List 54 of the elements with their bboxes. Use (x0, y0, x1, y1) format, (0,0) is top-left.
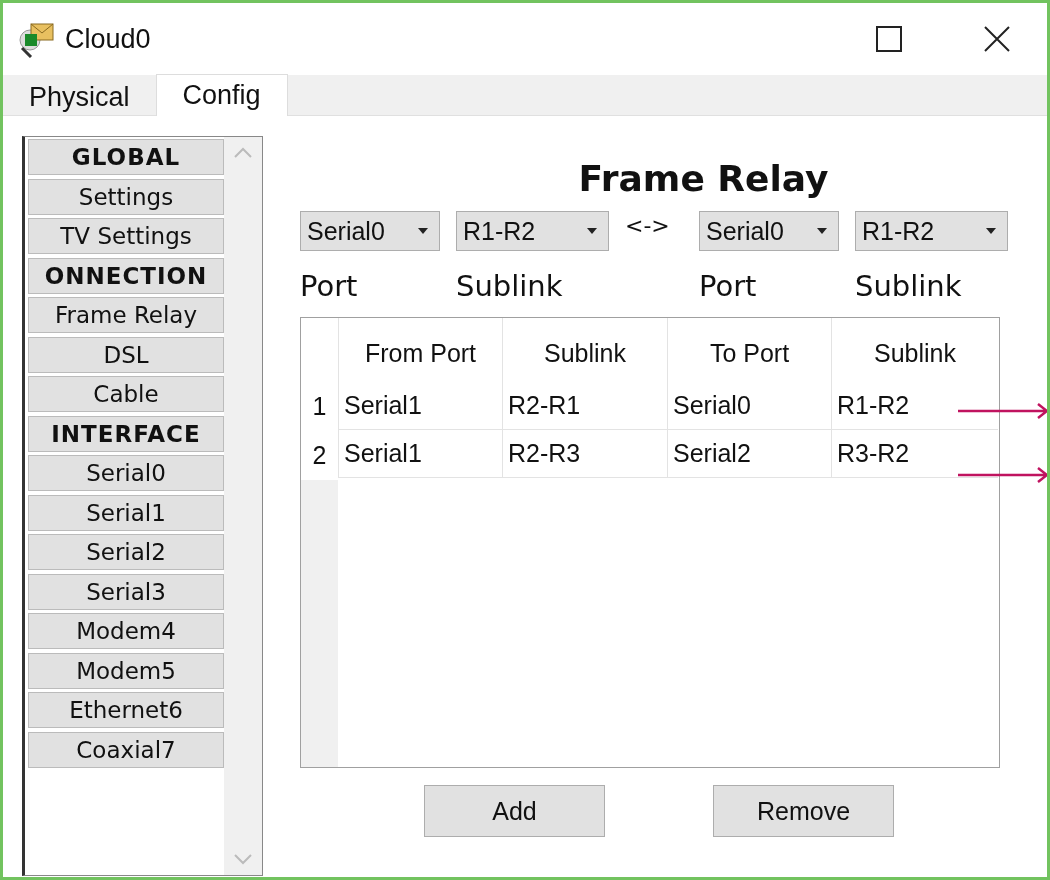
caret-icon (586, 227, 598, 235)
sidebar-item[interactable]: DSL (28, 336, 224, 373)
cloud-app-icon (17, 20, 57, 58)
panel-title: Frame Relay (578, 158, 829, 199)
column-header: From Port (338, 318, 502, 382)
sidebar-item[interactable]: Ethernet6 (28, 692, 224, 728)
sidebar-item[interactable]: Modem4 (28, 613, 224, 649)
column-header: To Port (667, 318, 831, 382)
action-button[interactable]: Remove (713, 785, 894, 837)
table-cell: Serial2 (667, 430, 831, 478)
scroll-up-icon[interactable] (233, 147, 253, 159)
table-cell: Serial0 (667, 382, 831, 430)
dropdown[interactable]: R1-R2 (855, 211, 1008, 251)
sidebar-item[interactable]: Modem5 (28, 652, 224, 689)
sidebar-item[interactable]: Serial0 (28, 455, 224, 491)
close-icon (984, 26, 1010, 52)
window-title: Cloud0 (65, 23, 152, 55)
caret-icon (417, 227, 429, 235)
table-cell: R2-R3 (502, 430, 667, 478)
field-label: Port (300, 269, 359, 303)
sidebar-item[interactable]: TV Settings (28, 218, 224, 254)
dropdown[interactable]: Serial0 (699, 211, 839, 251)
section-header: INTERFACE (28, 415, 224, 452)
table-cell: R2-R1 (502, 382, 667, 430)
action-button[interactable]: Add (424, 785, 605, 837)
field-label: Sublink (456, 269, 564, 303)
column-header: Sublink (502, 318, 667, 382)
sidebar-item[interactable]: Serial3 (28, 573, 224, 610)
scroll-down-icon[interactable] (233, 853, 253, 865)
link-symbol: <-> (625, 212, 671, 238)
table-cell: Serial1 (338, 382, 502, 430)
sidebar-item[interactable]: Coaxial7 (28, 731, 224, 768)
tab[interactable]: Config (155, 74, 288, 116)
caret-icon (985, 227, 997, 235)
field-label: Sublink (855, 269, 963, 303)
sidebar-item[interactable]: Settings (28, 178, 224, 215)
sidebar-item[interactable]: Serial2 (28, 534, 224, 570)
sidebar-item[interactable]: Serial1 (28, 494, 224, 531)
scrollbar[interactable] (224, 137, 262, 875)
table-cell: R1-R2 (831, 382, 998, 430)
field-label: Port (699, 269, 758, 303)
dropdown[interactable]: Serial0 (300, 211, 440, 251)
column-header: Sublink (831, 318, 998, 382)
sidebar-item[interactable]: Frame Relay (28, 297, 224, 333)
row-number: 2 (312, 440, 327, 470)
sidebar-item[interactable]: Cable (28, 376, 224, 412)
row-number: 1 (312, 391, 327, 421)
section-header: GLOBAL (28, 139, 224, 175)
caret-icon (816, 227, 828, 235)
dropdown[interactable]: R1-R2 (456, 211, 609, 251)
table-cell: Serial1 (338, 430, 502, 478)
section-header: ONNECTION (28, 257, 224, 294)
maximize-icon (876, 26, 902, 52)
table-cell: R3-R2 (831, 430, 998, 478)
